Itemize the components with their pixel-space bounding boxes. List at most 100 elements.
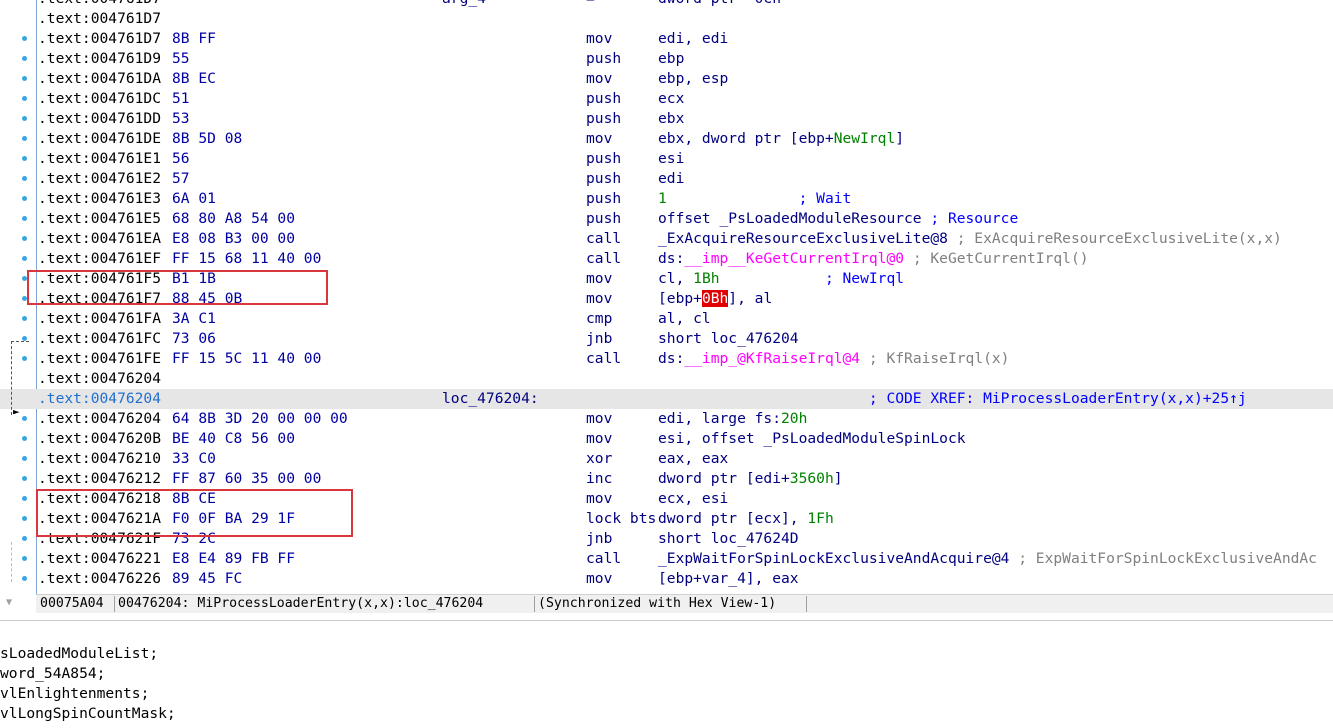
jump-arrow-head-icon: ► <box>13 405 20 418</box>
comment: ; ExpWaitForSpinLockExclusiveAndAc <box>1018 550 1317 567</box>
operand-text: ebx <box>658 110 685 127</box>
listing-row[interactable]: .text:004761D7 <box>0 9 1333 29</box>
listing-row[interactable]: .text:004761D7 8B FF mov edi, edi <box>0 29 1333 49</box>
operands: ds:__imp__KeGetCurrentIrql@0 ; KeGetCurr… <box>658 249 1089 269</box>
mnemonic: push <box>586 210 622 227</box>
operands: short loc_47624D <box>658 529 799 549</box>
mnemonic: mov <box>586 430 613 447</box>
listing-row[interactable]: .text:00476218 8B CE mov ecx, esi <box>0 489 1333 509</box>
operand-text: [ebp+var_4], eax <box>658 570 799 587</box>
mnemonic: push <box>586 90 622 107</box>
operand-text: ] <box>833 470 843 487</box>
status-separator <box>534 596 535 612</box>
operand-text: al, cl <box>658 310 711 327</box>
listing-row[interactable]: .text:00476204 loc_476204: ; CODE XREF: M… <box>0 389 1333 409</box>
operand-text: _ExpWaitForSpinLockExclusiveAndAcquire@4 <box>658 550 1019 567</box>
listing-row[interactable]: .text:004761D7 arg_4 = dword ptr 0Ch <box>0 0 1333 9</box>
scroll-down-icon[interactable]: ▼ <box>0 594 18 612</box>
listing-row[interactable]: .text:004761E5 68 80 A8 54 00 push offset _… <box>0 209 1333 229</box>
listing-row[interactable]: .text:0047621A F0 0F BA 29 1F lock bts dwor… <box>0 509 1333 529</box>
listing-row[interactable]: .text:004761EA E8 08 B3 00 00 call _ExAcqui… <box>0 229 1333 249</box>
pseudocode-pane[interactable]: sLoadedModuleList; word_54A854; vlEnligh… <box>0 620 1333 728</box>
listing-row[interactable]: .text:004761DA 8B EC mov ebp, esp <box>0 69 1333 89</box>
operand-text: ebp, esp <box>658 70 729 87</box>
status-offset: 00075A04 <box>40 596 104 611</box>
mnemonic: mov <box>586 410 613 427</box>
listing-row[interactable]: .text:004761E3 6A 01 push 1 ; Wait <box>0 189 1333 209</box>
address: .text:00476204 <box>38 410 162 427</box>
operands: _ExpWaitForSpinLockExclusiveAndAcquire@4… <box>658 549 1317 569</box>
jump-arrow-start <box>11 341 29 342</box>
mnemonic: push <box>586 50 622 67</box>
operands: ecx <box>658 89 684 109</box>
mnemonic: lock bts <box>586 510 657 527</box>
opcode-bytes: 3A C1 <box>172 310 216 327</box>
operands: ds:__imp_@KfRaiseIrql@4 ; KfRaiseIrql(x) <box>658 349 1009 369</box>
comment: ; Wait <box>798 190 852 207</box>
listing-row[interactable]: .text:004761FC 73 06 jnb short loc_476204 <box>0 329 1333 349</box>
address: .text:004761EA <box>38 230 162 247</box>
listing-row[interactable]: .text:004761EF FF 15 68 11 40 00 call ds:__… <box>0 249 1333 269</box>
opcode-bytes: E8 E4 89 FB FF <box>172 550 296 567</box>
operand-text: ebp <box>658 50 685 67</box>
listing-row[interactable]: .text:004761F7 88 45 0B mov [ebp+0Bh], al <box>0 289 1333 309</box>
opcode-bytes: 8B EC <box>172 70 216 87</box>
listing-row[interactable]: .text:0047621F 73 2C jnb short loc_47624D <box>0 529 1333 549</box>
listing-row[interactable]: .text:004761F5 B1 1B mov cl, 1Bh ; NewIrql <box>0 269 1333 289</box>
operand-number: 1Bh <box>693 270 720 287</box>
operands: 1 ; Wait <box>658 189 851 209</box>
opcode-bytes: 6A 01 <box>172 190 216 207</box>
opcode-bytes: 73 06 <box>172 330 216 347</box>
mnemonic: push <box>586 190 622 207</box>
operand-text: ecx, esi <box>658 490 729 507</box>
listing-row[interactable]: .text:00476212 FF 87 60 35 00 00 inc dword … <box>0 469 1333 489</box>
listing-row[interactable]: .text:00476221 E8 E4 89 FB FF call _ExpWait… <box>0 549 1333 569</box>
listing-row[interactable]: .text:004761DC 51 push ecx <box>0 89 1333 109</box>
operands: edi, edi <box>658 29 728 49</box>
operands: ; CODE XREF: MiProcessLoaderEntry(x,x)+2… <box>658 389 1247 409</box>
listing-row[interactable]: .text:0047620B BE 40 C8 56 00 mov esi, offs… <box>0 429 1333 449</box>
listing-row[interactable]: .text:00476210 33 C0 xor eax, eax <box>0 449 1333 469</box>
listing-row[interactable]: .text:004761FE FF 15 5C 11 40 00 call ds:__… <box>0 349 1333 369</box>
mnemonic: push <box>586 150 622 167</box>
opcode-bytes: 64 8B 3D 20 00 00 00 <box>172 410 348 427</box>
operands: ebx, dword ptr [ebp+NewIrql] <box>658 129 904 149</box>
operand-text <box>904 250 913 267</box>
listing-row[interactable]: .text:004761E1 56 push esi <box>0 149 1333 169</box>
code-line: vlLongSpinCountMask; <box>0 705 176 722</box>
operands: esi, offset _PsLoadedModuleSpinLock <box>658 429 966 449</box>
jump-arrow-line <box>11 341 12 415</box>
status-bar: 00075A04 00476204: MiProcessLoaderEntry(… <box>36 594 1333 613</box>
operand-text: ] <box>895 130 905 147</box>
listing-row[interactable]: .text:00476204 <box>0 369 1333 389</box>
opcode-bytes: FF 15 5C 11 40 00 <box>172 350 322 367</box>
listing-row[interactable]: .text:00476226 89 45 FC mov [ebp+var_4], ea… <box>0 569 1333 589</box>
mnemonic: jnb <box>586 530 613 547</box>
operands: edi <box>658 169 684 189</box>
listing-row[interactable]: .text:004761DD 53 push ebx <box>0 109 1333 129</box>
listing-row[interactable]: .text:004761D9 55 push ebp <box>0 49 1333 69</box>
status-sync: (Synchronized with Hex View-1) <box>538 596 777 611</box>
listing-row[interactable]: .text:004761DE 8B 5D 08 mov ebx, dword ptr … <box>0 129 1333 149</box>
disassembly-listing[interactable]: .text:004761D7arg_4=dword ptr 0Ch.text:0… <box>0 0 1333 590</box>
operand-text <box>860 350 869 367</box>
address: .text:00476212 <box>38 470 162 487</box>
operand-text: offset _PsLoadedModuleResource <box>658 210 931 227</box>
operand-text: eax, eax <box>658 450 729 467</box>
opcode-bytes: 56 <box>172 150 190 167</box>
mnemonic: push <box>586 110 622 127</box>
operands: short loc_476204 <box>658 329 799 349</box>
operands: edi, large fs:20h <box>658 409 807 429</box>
listing-row[interactable]: .text:004761E2 57 push edi <box>0 169 1333 189</box>
listing-row[interactable]: .text:004761FA 3A C1 cmp al, cl <box>0 309 1333 329</box>
operand-number: 1 <box>658 190 667 207</box>
opcode-bytes: 68 80 A8 54 00 <box>172 210 296 227</box>
listing-row[interactable]: .text:00476204 64 8B 3D 20 00 00 00 mov edi… <box>0 409 1333 429</box>
opcode-bytes: 8B FF <box>172 30 216 47</box>
operand-number: NewIrql <box>833 130 896 147</box>
mnemonic: mov <box>586 570 613 587</box>
comment: ; KfRaiseIrql(x) <box>868 350 1010 367</box>
operand-text: [ebp+ <box>658 290 702 307</box>
operand-number: 1Fh <box>807 510 834 527</box>
operand-text: esi <box>658 150 685 167</box>
